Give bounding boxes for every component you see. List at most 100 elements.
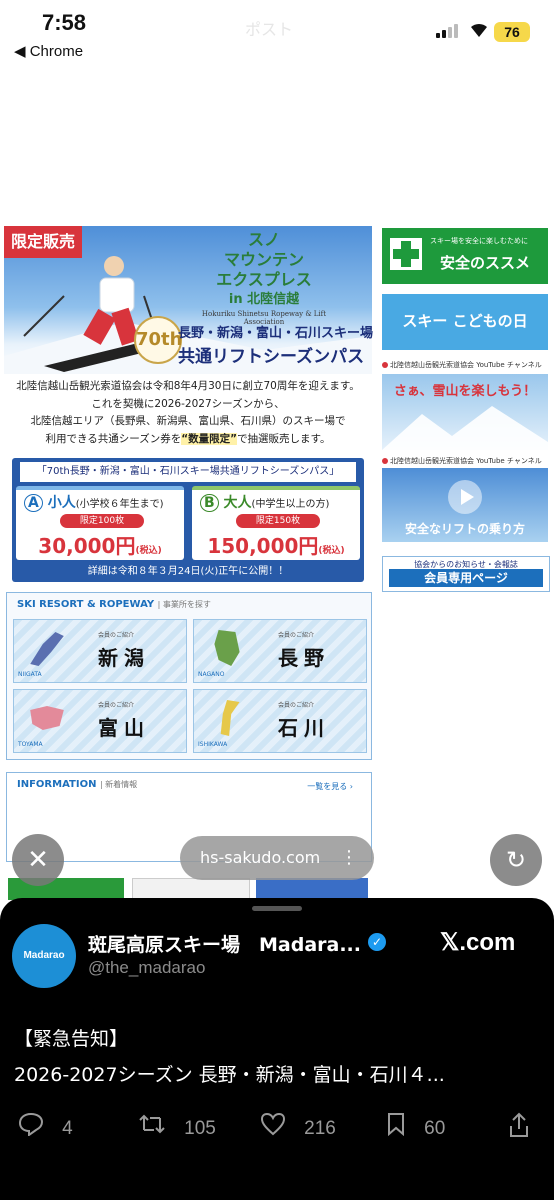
repost-count: 105 bbox=[184, 1118, 216, 1139]
limit-badge: 限定150枚 bbox=[236, 514, 320, 528]
repost-button[interactable]: 105 bbox=[138, 1112, 216, 1142]
anniversary-badge: 70th bbox=[134, 316, 182, 364]
intro-line: これを契機に2026-2027シーズンから、 bbox=[91, 397, 285, 410]
bookmark-button[interactable]: 60 bbox=[386, 1112, 445, 1142]
card-mark: B bbox=[200, 494, 219, 512]
section-subtitle: | 事業所を探す bbox=[157, 600, 211, 609]
member-page-button[interactable]: 会員専用ページ bbox=[389, 569, 543, 587]
child-price: 30,000円 bbox=[38, 534, 136, 558]
snow-video-banner[interactable]: さぁ、雪山を楽しもう！ bbox=[382, 374, 548, 450]
region-roman: NAGANO bbox=[198, 671, 225, 678]
limited-sale-tag: 限定販売 bbox=[4, 226, 82, 258]
reply-icon bbox=[18, 1112, 50, 1141]
youtube-label: 北陸信越山岳観光索道協会 YouTube チャンネル bbox=[382, 456, 542, 466]
region-intro-label: 会員のご紹介 bbox=[98, 702, 135, 709]
snow-mountain-express-logo: スノ マウンテン エクスプレス in 北陸信越 Hokuriku Shinets… bbox=[196, 230, 332, 326]
quantity-limited-highlight: “数量限定” bbox=[181, 432, 238, 445]
section-title-text: SKI RESORT & ROPEWAY bbox=[17, 599, 155, 610]
youtube-label-text: 北陸信越山岳観光索道協会 YouTube チャンネル bbox=[390, 361, 542, 369]
share-button[interactable] bbox=[508, 1112, 542, 1144]
card-note: (中学生以上の方) bbox=[251, 499, 330, 510]
region-name: 長野 bbox=[278, 646, 330, 670]
region-name: 富山 bbox=[98, 716, 150, 740]
announcement-text: 北陸信越山岳観光索道協会は令和8年4月30日に創立70周年を迎えます。 これを契… bbox=[4, 378, 372, 448]
kids-day-text: スキー こどもの日 bbox=[402, 312, 528, 330]
limit-badge: 限定100枚 bbox=[60, 514, 144, 528]
region-roman: ISHIKAWA bbox=[198, 741, 228, 748]
card-label: 大人 bbox=[223, 495, 252, 511]
adult-price-card: B 大人(中学生以上の方) 限定150枚 150,000円(税込) bbox=[192, 486, 360, 560]
like-count: 216 bbox=[304, 1118, 336, 1139]
verified-badge-icon: ✓ bbox=[368, 933, 386, 951]
back-to-app-link[interactable]: ◀ Chrome bbox=[14, 42, 83, 60]
section-subtitle: | 新着情報 bbox=[99, 780, 138, 789]
logo-line: in 北陸信越 bbox=[228, 292, 300, 307]
more-options-icon[interactable]: ⋮ bbox=[340, 836, 358, 880]
logo-line: エクスプレス bbox=[216, 270, 312, 289]
region-intro-label: 会員のご紹介 bbox=[278, 632, 315, 639]
reply-count: 4 bbox=[62, 1118, 73, 1139]
bookmark-count: 60 bbox=[424, 1118, 446, 1139]
region-nagano[interactable]: NAGANO 会員のご紹介 長野 bbox=[193, 619, 367, 683]
wifi-icon bbox=[468, 20, 490, 42]
partner-banners-strip bbox=[8, 878, 370, 902]
site-label[interactable]: 𝕏.com bbox=[440, 928, 515, 957]
close-icon[interactable]: ✕ bbox=[12, 834, 64, 886]
intro-line: で抽選販売します。 bbox=[237, 432, 331, 445]
region-toyama[interactable]: TOYAMA 会員のご紹介 富山 bbox=[13, 689, 187, 753]
region-niigata[interactable]: NIIGATA 会員のご紹介 新潟 bbox=[13, 619, 187, 683]
toyama-map-icon bbox=[30, 706, 64, 730]
region-intro-label: 会員のご紹介 bbox=[278, 702, 315, 709]
child-price-card: A 小人(小学校６年生まで) 限定100枚 30,000円(税込) bbox=[16, 486, 184, 560]
signal-icon bbox=[436, 22, 460, 38]
display-name[interactable]: 斑尾高原スキー場 Madara... bbox=[88, 930, 361, 957]
card-note: (小学校６年生まで) bbox=[75, 499, 164, 510]
safety-caption: スキー場を安全に楽しむために bbox=[430, 237, 528, 245]
adult-price: 150,000円 bbox=[207, 534, 319, 558]
avatar[interactable]: Madarao bbox=[12, 924, 76, 988]
section-title: SKI RESORT & ROPEWAY | 事業所を探す bbox=[17, 599, 211, 610]
partner-banner[interactable] bbox=[256, 878, 368, 900]
tweet-text-line: 【緊急告知】 bbox=[14, 1028, 129, 1050]
nagano-map-icon bbox=[214, 630, 240, 666]
plus-icon bbox=[390, 238, 422, 270]
safety-guide-banner[interactable]: スキー場を安全に楽しむために 安全のススメ bbox=[382, 228, 548, 284]
reply-button[interactable]: 4 bbox=[18, 1112, 73, 1142]
kids-day-banner[interactable]: スキー こどもの日 bbox=[382, 294, 548, 350]
logo-line: スノ bbox=[247, 230, 280, 249]
region-roman: NIIGATA bbox=[18, 671, 42, 678]
region-ishikawa[interactable]: ISHIKAWA 会員のご紹介 石川 bbox=[193, 689, 367, 753]
section-title: INFORMATION | 新着情報 bbox=[17, 779, 137, 790]
view-all-link[interactable]: 一覧を見る › bbox=[307, 781, 353, 792]
share-icon bbox=[508, 1112, 530, 1143]
intro-line: 北陸信越山岳観光索道協会は令和8年4月30日に創立70周年を迎えます。 bbox=[16, 380, 360, 392]
battery-indicator: 76 bbox=[494, 22, 530, 42]
niigata-map-icon bbox=[30, 632, 64, 666]
sheet-grabber[interactable] bbox=[252, 906, 302, 911]
ishikawa-map-icon bbox=[220, 700, 240, 736]
repost-icon bbox=[138, 1114, 172, 1141]
youtube-icon bbox=[382, 362, 388, 368]
region-intro-label: 会員のご紹介 bbox=[98, 632, 135, 639]
youtube-label-text: 北陸信越山岳観光索道協会 YouTube チャンネル bbox=[390, 457, 542, 465]
section-title-text: INFORMATION bbox=[17, 779, 97, 790]
member-section: 協会からのお知らせ・会報誌 会員専用ページ bbox=[382, 556, 550, 592]
banner-prefectures: 長野・新潟・富山・石川スキー場 bbox=[178, 326, 374, 341]
url-bar[interactable]: hs-sakudo.com ⋮ bbox=[180, 836, 374, 880]
tax-note: (税込) bbox=[135, 546, 162, 556]
logo-line: マウンテン bbox=[223, 250, 304, 269]
reload-icon[interactable]: ↻ bbox=[490, 834, 542, 886]
card-mark: A bbox=[24, 494, 43, 512]
tax-note: (税込) bbox=[318, 546, 345, 556]
url-text: hs-sakudo.com bbox=[200, 848, 321, 867]
clock: 7:58 bbox=[42, 10, 87, 35]
lift-video-text: 安全なリフトの乗り方 bbox=[404, 522, 525, 536]
intro-line: 利用できる共通シーズン券を bbox=[45, 432, 182, 445]
like-button[interactable]: 216 bbox=[260, 1112, 336, 1142]
lift-video-banner[interactable]: 安全なリフトの乗り方 bbox=[382, 468, 548, 542]
region-name: 石川 bbox=[278, 716, 330, 740]
safety-title: 安全のススメ bbox=[440, 254, 531, 272]
user-handle[interactable]: @the_madarao bbox=[88, 958, 205, 978]
ski-resort-section: SKI RESORT & ROPEWAY | 事業所を探す NIIGATA 会員… bbox=[6, 592, 372, 760]
card-label: 小人 bbox=[47, 495, 76, 511]
